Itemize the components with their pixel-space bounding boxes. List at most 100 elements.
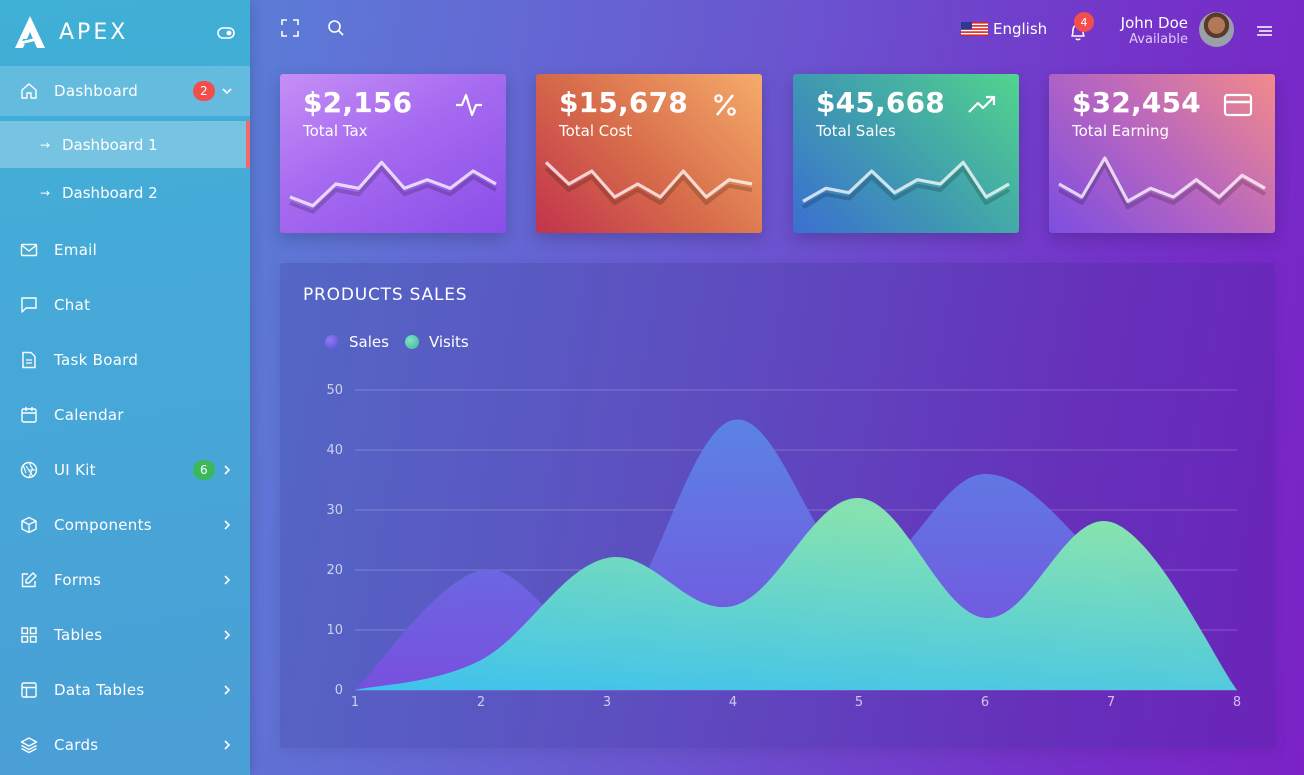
sparkline xyxy=(289,160,497,214)
legend-label: Sales xyxy=(349,333,389,351)
sidebar-subitem-label: Dashboard 2 xyxy=(62,184,158,202)
sidebar-item-email[interactable]: Email xyxy=(0,222,250,277)
chevron-right-icon[interactable] xyxy=(222,519,232,531)
dashboard-count-badge: 2 xyxy=(193,81,215,101)
sidebar-item-label: Dashboard xyxy=(54,82,139,100)
sidebar-item-data-tables[interactable]: Data Tables xyxy=(0,662,250,717)
brand-name: APEX xyxy=(59,19,129,45)
mail-icon xyxy=(20,243,38,256)
language-selector[interactable]: English xyxy=(961,20,1047,38)
sidebar-item-label: Chat xyxy=(54,295,91,314)
sidebar-item-label: Email xyxy=(54,240,98,259)
layers-icon xyxy=(20,736,38,753)
sidebar-item-label: Cards xyxy=(54,735,99,754)
y-tick-label: 50 xyxy=(326,383,343,398)
legend-dot-sales xyxy=(325,335,339,349)
file-text-icon xyxy=(22,351,36,368)
chevron-right-icon[interactable] xyxy=(222,739,232,751)
layout-icon xyxy=(21,681,37,698)
sidebar-item-dashboard[interactable]: Dashboard 2 xyxy=(0,66,250,116)
stat-card-total-tax: $2,156 Total Tax xyxy=(280,74,506,233)
chevron-right-icon[interactable] xyxy=(222,684,232,696)
stat-value: $15,678 xyxy=(559,86,688,119)
user-menu[interactable]: John Doe Available xyxy=(1104,14,1188,47)
credit-card-icon xyxy=(1223,93,1253,117)
box-icon xyxy=(21,516,37,533)
sidebar-item-label: Components xyxy=(54,515,152,534)
edit-icon xyxy=(21,571,37,587)
sidebar-item-components[interactable]: Components xyxy=(0,497,250,552)
sparkline-line xyxy=(1058,156,1266,203)
chart-title: PRODUCTS SALES xyxy=(303,285,468,305)
chevron-right-icon[interactable] xyxy=(222,629,232,641)
stat-label: Total Earning xyxy=(1072,122,1170,140)
legend-label: Visits xyxy=(428,333,469,351)
stat-card-total-cost: $15,678 Total Cost xyxy=(536,74,762,233)
sidebar-subitem-dashboard-2[interactable]: → Dashboard 2 xyxy=(0,168,250,218)
chevron-right-icon[interactable] xyxy=(222,574,232,586)
sidebar-item-ui-kit[interactable]: UI Kit 6 xyxy=(0,442,250,497)
x-tick-label: 6 xyxy=(981,695,989,710)
stat-card-total-sales: $45,668 Total Sales xyxy=(793,74,1019,233)
legend-item-visits[interactable]: Visits xyxy=(404,333,469,351)
grid-icon xyxy=(21,626,37,643)
aperture-icon xyxy=(20,461,38,478)
y-tick-label: 0 xyxy=(335,683,343,698)
us-flag-icon xyxy=(961,22,988,36)
sidebar-item-label: Tables xyxy=(54,625,103,644)
chevron-down-icon[interactable] xyxy=(222,85,232,97)
search-icon[interactable] xyxy=(327,19,345,37)
language-label: English xyxy=(993,20,1048,38)
sidebar-subitem-dashboard-1[interactable]: → Dashboard 1 xyxy=(0,121,250,168)
x-tick-label: 8 xyxy=(1233,695,1241,710)
sidebar-toggle-icon[interactable] xyxy=(217,27,235,39)
sidebar-item-label: Forms xyxy=(54,570,102,589)
stat-label: Total Tax xyxy=(303,122,368,140)
arrow-right-icon: → xyxy=(40,186,51,200)
activity-icon xyxy=(456,93,482,117)
avatar[interactable] xyxy=(1199,12,1234,47)
x-tick-label: 5 xyxy=(855,695,863,710)
y-tick-label: 10 xyxy=(326,623,343,638)
products-sales-panel: 0 10 20 30 40 50 1 2 3 4 5 6 7 8 PRODUCTS SALES Sales… xyxy=(280,263,1275,748)
sidebar-item-calendar[interactable]: Calendar xyxy=(0,387,250,442)
sidebar-nav: Dashboard 2 → Dashboard 1 → Dashboard 2 … xyxy=(0,66,250,772)
sidebar-item-chat[interactable]: Chat xyxy=(0,277,250,332)
x-tick-label: 2 xyxy=(477,695,485,710)
percent-icon xyxy=(714,94,736,116)
sidebar-item-forms[interactable]: Forms xyxy=(0,552,250,607)
y-tick-label: 20 xyxy=(326,563,343,578)
sidebar: APEX Dashboard 2 → Dashboard 1 → Dashboa… xyxy=(0,0,250,775)
x-tick-label: 3 xyxy=(603,695,611,710)
sidebar-item-label: Calendar xyxy=(54,405,124,424)
stat-value: $2,156 xyxy=(303,86,413,119)
x-tick-label: 4 xyxy=(729,695,737,710)
arrow-right-icon: → xyxy=(40,137,51,152)
user-name: John Doe xyxy=(1120,14,1188,32)
notification-badge: 4 xyxy=(1074,12,1094,32)
sidebar-item-tables[interactable]: Tables xyxy=(0,607,250,662)
sidebar-item-cards[interactable]: Cards xyxy=(0,717,250,772)
y-tick-label: 40 xyxy=(326,443,343,458)
sparkline xyxy=(544,161,753,205)
menu-icon[interactable] xyxy=(1256,24,1273,38)
stat-value: $32,454 xyxy=(1072,86,1201,119)
sidebar-item-label: Data Tables xyxy=(54,680,145,699)
chevron-right-icon[interactable] xyxy=(222,464,232,476)
stat-card-total-earning: $32,454 Total Earning xyxy=(1049,74,1275,233)
stat-label: Total Cost xyxy=(559,122,633,140)
apex-logo-icon xyxy=(15,16,45,48)
x-tick-label: 7 xyxy=(1107,695,1115,710)
sidebar-item-task-board[interactable]: Task Board xyxy=(0,332,250,387)
chart-legend: Sales Visits xyxy=(325,333,485,351)
sidebar-item-label: Task Board xyxy=(54,350,139,369)
legend-item-sales[interactable]: Sales xyxy=(325,333,389,351)
stat-value: $45,668 xyxy=(816,86,945,119)
stat-label: Total Sales xyxy=(816,122,896,140)
message-icon xyxy=(21,296,37,313)
sparkline xyxy=(802,160,1010,210)
fullscreen-icon[interactable] xyxy=(281,19,299,37)
y-tick-label: 30 xyxy=(326,503,343,518)
sidebar-item-label: UI Kit xyxy=(54,460,96,479)
brand[interactable]: APEX xyxy=(14,14,128,50)
